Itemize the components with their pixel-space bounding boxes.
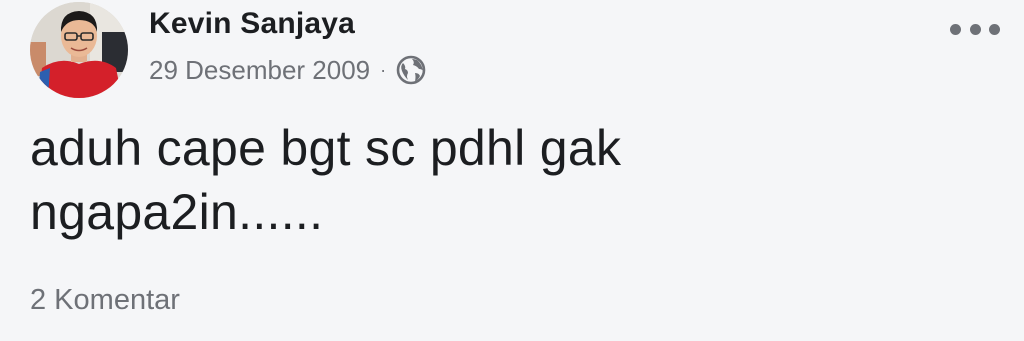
avatar[interactable] xyxy=(30,2,128,98)
more-dot xyxy=(950,23,961,35)
post-card: Kevin Sanjaya 29 Desember 2009 · aduh ca… xyxy=(0,0,1024,341)
more-options-icon[interactable] xyxy=(950,18,1000,40)
post-text: aduh cape bgt sc pdhl gak ngapa2in...... xyxy=(30,116,990,244)
author-name[interactable]: Kevin Sanjaya xyxy=(149,7,355,41)
meta-separator: · xyxy=(380,60,387,80)
globe-icon[interactable] xyxy=(395,54,427,86)
post-date[interactable]: 29 Desember 2009 xyxy=(149,55,370,86)
comments-link[interactable]: 2 Komentar xyxy=(30,284,180,317)
post-text-line: ngapa2in...... xyxy=(30,184,324,240)
profile-photo xyxy=(30,2,128,98)
more-dot xyxy=(989,23,1000,35)
post-meta: 29 Desember 2009 · xyxy=(149,53,427,87)
more-dot xyxy=(969,23,981,35)
post-text-line: aduh cape bgt sc pdhl gak xyxy=(30,120,622,176)
